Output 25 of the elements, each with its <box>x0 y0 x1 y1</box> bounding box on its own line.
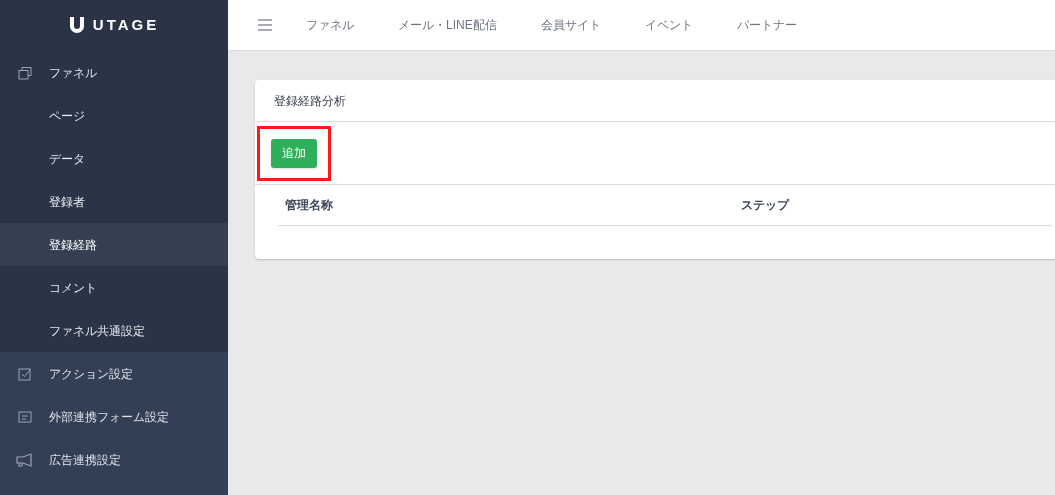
megaphone-icon <box>16 452 34 467</box>
sidebar-subitem[interactable]: ページ <box>49 106 85 125</box>
sidebar-item[interactable]: 外部連携フォーム設定 <box>49 407 169 426</box>
nav-link[interactable]: 会員サイト <box>518 16 623 34</box>
nav-link[interactable]: ファネル <box>284 16 376 34</box>
menu-icon[interactable] <box>258 19 272 31</box>
column-header: ステップ <box>741 197 789 214</box>
nav-link[interactable]: メール・LINE配信 <box>376 16 519 34</box>
sidebar-subitem[interactable]: ファネル共通設定 <box>49 321 145 340</box>
sidebar-subitem[interactable]: コメント <box>49 278 97 297</box>
nav-link[interactable]: パートナー <box>714 16 819 34</box>
windows-icon <box>16 65 34 80</box>
logo-text: UTAGE <box>92 15 160 36</box>
sidebar-subitem[interactable]: データ <box>49 149 85 168</box>
sidebar-item[interactable]: 広告連携設定 <box>49 450 121 469</box>
sidebar-item[interactable]: ファネル <box>49 63 97 82</box>
column-header: 管理名称 <box>284 197 334 214</box>
form-icon <box>16 410 34 423</box>
card-title: 登録経路分析 <box>274 92 346 110</box>
logo-icon <box>68 15 85 36</box>
checkbox-icon <box>16 366 34 381</box>
sidebar-subitem[interactable]: 登録経路 <box>49 235 97 254</box>
nav-link[interactable]: イベント <box>622 16 715 34</box>
sidebar-subitem[interactable]: 登録者 <box>49 192 85 211</box>
sidebar-item[interactable]: アクション設定 <box>49 364 133 383</box>
